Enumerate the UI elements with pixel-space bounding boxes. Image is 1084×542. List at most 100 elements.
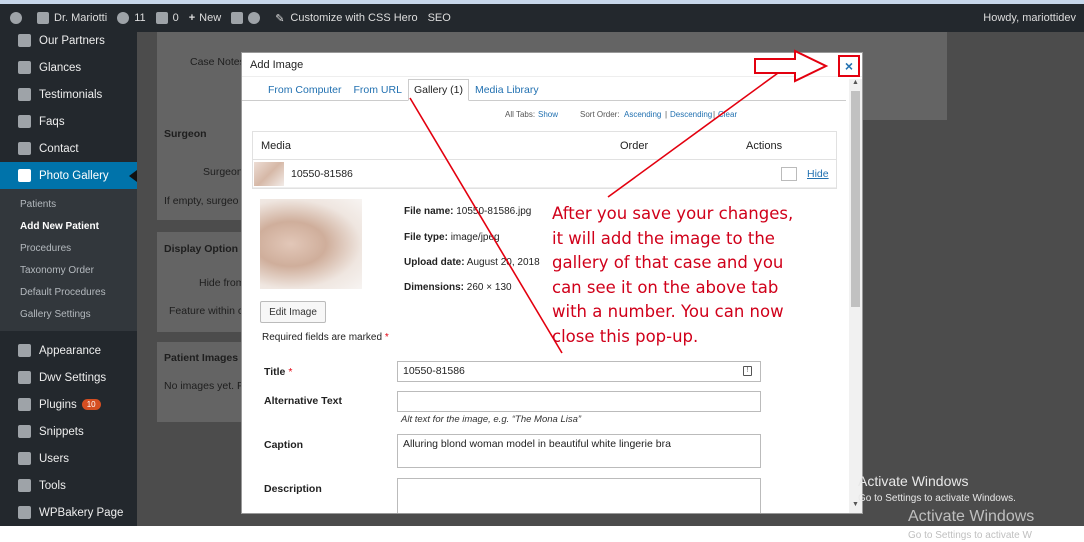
annotation-line: with a number. You can now — [552, 302, 784, 321]
scissors-icon — [18, 425, 31, 438]
column-media: Media — [261, 139, 291, 152]
sidebar-item-label: Users — [39, 452, 70, 465]
alt-text-input[interactable] — [397, 391, 761, 412]
title-input[interactable]: 10550-81586! — [397, 361, 761, 382]
sidebar-item-label: Tools — [39, 479, 66, 492]
title-label: Title * — [264, 366, 292, 378]
mail-icon — [18, 142, 31, 155]
modal-title: Add Image — [250, 58, 304, 71]
plugins-count-badge: 10 — [81, 399, 101, 410]
sidebar-item-label: Our Partners — [39, 34, 105, 47]
seo-link[interactable]: SEO — [428, 12, 451, 24]
glances-icon — [18, 61, 31, 74]
plugin-icons[interactable] — [231, 12, 265, 24]
scroll-up-arrow-icon[interactable]: ▲ — [849, 79, 862, 91]
status-dot-icon — [248, 12, 261, 24]
show-link[interactable]: Show — [538, 110, 558, 119]
descending-link[interactable]: Descending — [670, 110, 712, 119]
annotation-line: close this pop-up. — [552, 326, 699, 346]
pencil-icon: ✎ — [275, 12, 285, 25]
column-order: Order — [620, 139, 649, 152]
case-notes-label: Case Notes — [190, 56, 245, 68]
sidebar-item-appearance[interactable]: Appearance — [0, 337, 137, 364]
close-button[interactable]: × — [838, 55, 860, 77]
sort-order-label: Sort Order: — [580, 110, 620, 119]
sidebar-item-snippets[interactable]: Snippets — [0, 418, 137, 445]
gallery-table: Media Order Actions 10550-81586 Hide — [252, 131, 837, 189]
wordpress-logo-icon[interactable] — [10, 12, 27, 24]
all-tabs-label: All Tabs: — [505, 110, 536, 119]
howdy-user-link[interactable]: Howdy, mariottidev — [983, 12, 1076, 24]
sidebar-item-label: Appearance — [39, 344, 102, 357]
comments-link[interactable]: 0 — [155, 12, 179, 24]
dimensions-value: 260 × 130 — [466, 282, 512, 293]
sidebar-item-faqs[interactable]: Faqs — [0, 108, 137, 135]
sidebar-item-tools[interactable]: Tools — [0, 472, 137, 499]
tab-media-library[interactable]: Media Library — [469, 84, 545, 100]
media-thumbnail — [254, 162, 284, 186]
sidebar-item-contact[interactable]: Contact — [0, 135, 137, 162]
admin-sidebar: Our Partners Glances Testimonials Faqs C… — [0, 32, 137, 526]
annotation-text: After you save your changes, it will add… — [552, 202, 842, 349]
hide-link[interactable]: Hide — [807, 168, 829, 180]
updates-icon — [117, 12, 130, 24]
required-note-text: Required fields are marked — [262, 332, 383, 343]
customize-label: Customize with CSS Hero — [290, 12, 418, 24]
patient-images-title: Patient Images — [164, 352, 239, 364]
sidebar-item-label: Faqs — [39, 115, 65, 128]
submenu-taxonomy-order[interactable]: Taxonomy Order — [0, 259, 137, 281]
scroll-thumb[interactable] — [851, 91, 860, 307]
user-icon — [18, 452, 31, 465]
clear-link[interactable]: Clear — [718, 110, 737, 119]
home-icon — [37, 12, 49, 24]
tab-gallery[interactable]: Gallery (1) — [407, 79, 469, 101]
caption-textarea[interactable]: Alluring blond woman model in beautiful … — [397, 434, 761, 468]
order-input[interactable] — [781, 167, 797, 181]
submenu-procedures[interactable]: Procedures — [0, 237, 137, 259]
autofill-icon[interactable]: ! — [743, 366, 752, 376]
description-textarea[interactable] — [397, 478, 761, 513]
customize-link[interactable]: ✎ Customize with CSS Hero — [275, 12, 417, 25]
surgeon-help: If empty, surgeo — [164, 195, 239, 207]
sidebar-item-plugins[interactable]: Plugins 10 — [0, 391, 137, 418]
upload-date-label: Upload date: — [404, 257, 465, 268]
sidebar-item-label: Snippets — [39, 425, 84, 438]
brush-icon — [18, 344, 31, 357]
sidebar-item-users[interactable]: Users — [0, 445, 137, 472]
alt-text-label: Alternative Text — [264, 395, 342, 407]
activate-windows-title-2: Activate Windows — [908, 508, 1035, 525]
submenu-gallery-settings[interactable]: Gallery Settings — [0, 303, 137, 325]
submenu-add-new-patient[interactable]: Add New Patient — [0, 215, 137, 237]
edit-image-button[interactable]: Edit Image — [260, 301, 326, 323]
comments-count: 0 — [172, 12, 179, 24]
tab-from-url[interactable]: From URL — [348, 84, 408, 100]
new-label: New — [199, 12, 222, 24]
image-preview — [260, 199, 362, 289]
sidebar-item-label: Photo Gallery — [39, 169, 109, 182]
modal-scrollbar[interactable]: ▲ ▼ — [849, 79, 862, 513]
surgeon-panel-title: Surgeon — [164, 128, 207, 140]
sidebar-item-glances[interactable]: Glances — [0, 54, 137, 81]
sidebar-item-photo-gallery[interactable]: Photo Gallery — [0, 162, 137, 189]
sidebar-item-wpbakery[interactable]: WPBakery Page — [0, 499, 137, 526]
updates-link[interactable]: 11 — [117, 12, 146, 24]
title-label-text: Title — [264, 366, 286, 378]
plugin-icon — [231, 12, 244, 24]
submenu-patients[interactable]: Patients — [0, 193, 137, 215]
pin-icon — [18, 169, 31, 182]
annotation-line: gallery of that case and you — [552, 253, 784, 272]
new-content-link[interactable]: + New — [189, 12, 221, 24]
sidebar-item-testimonials[interactable]: Testimonials — [0, 81, 137, 108]
table-row[interactable]: 10550-81586 Hide — [253, 160, 836, 188]
ascending-link[interactable]: Ascending — [624, 110, 661, 119]
submenu-default-procedures[interactable]: Default Procedures — [0, 281, 137, 303]
close-icon: × — [844, 58, 854, 74]
site-name-link[interactable]: Dr. Mariotti — [37, 12, 107, 24]
no-images-text: No images yet. P — [164, 380, 244, 392]
required-star: * — [384, 332, 389, 343]
sort-separator: | — [713, 110, 716, 119]
sidebar-item-our-partners[interactable]: Our Partners — [0, 32, 137, 54]
tab-from-computer[interactable]: From Computer — [262, 84, 348, 100]
upload-date-row: Upload date: August 20, 2018 — [404, 257, 540, 268]
sidebar-item-dwv-settings[interactable]: Dwv Settings — [0, 364, 137, 391]
